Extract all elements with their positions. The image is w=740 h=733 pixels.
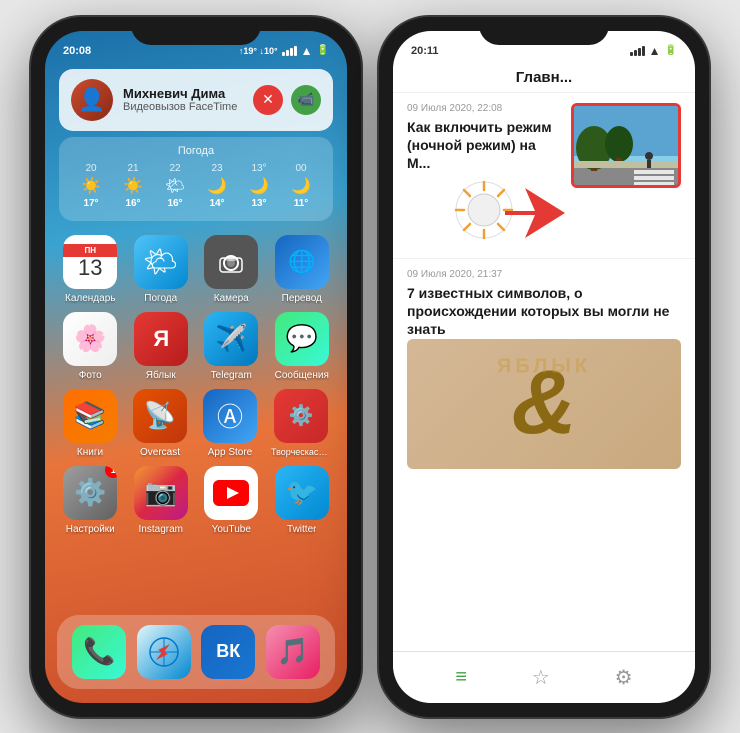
signal-icon-2	[630, 46, 645, 56]
app-messages[interactable]: 💬 Сообщения	[273, 312, 332, 381]
tab-settings[interactable]: ⚙	[615, 665, 633, 690]
call-actions: ✕ 📹	[253, 85, 321, 115]
app-overcast[interactable]: 📡 Overcast	[131, 389, 189, 458]
weather-day-1: 21 ☀️ 16°	[113, 163, 153, 209]
tabbar: ≡ ☆ ⚙	[393, 651, 695, 703]
app-translate[interactable]: 🌐 Перевод	[273, 235, 332, 304]
dock-phone[interactable]: 📞	[72, 625, 126, 679]
home-screen: 20:08 ↑19° ↓10° ▲ 🔋	[45, 31, 347, 703]
app-yablyk[interactable]: Я Яблык	[132, 312, 191, 381]
weather-widget[interactable]: Погода 20 ☀️ 17° 21 ☀️ 16° 22 🌤	[59, 137, 333, 221]
app-creative[interactable]: ⚙️ Творческасту...	[271, 389, 331, 458]
weather-day-4: 13° 🌙 13°	[239, 163, 279, 209]
phone1-screen: 20:08 ↑19° ↓10° ▲ 🔋	[45, 31, 347, 703]
facetime-notification[interactable]: 👤 Михневич Дима Видеовызов FaceTime ✕ 📹	[59, 69, 333, 131]
nav-title: Главн...	[516, 69, 572, 86]
article-1[interactable]: 09 Июля 2020, 22:08 Как включить режим (…	[393, 93, 695, 260]
app-appstore[interactable]: Ⓐ App Store	[201, 389, 259, 458]
status-icons-2: ▲ 🔋	[630, 44, 677, 58]
accept-button[interactable]: 📹	[291, 85, 321, 115]
signal-icon	[282, 46, 297, 56]
battery-icon: 🔋	[317, 45, 329, 56]
app-instagram[interactable]: 📷 Instagram	[132, 466, 191, 535]
weather-day-0: 20 ☀️ 17°	[71, 163, 111, 209]
phone-2: 20:11 ▲ 🔋 Главн...	[379, 17, 709, 717]
dock-safari[interactable]	[137, 625, 191, 679]
app-calendar[interactable]: ПН 13 Календарь	[61, 235, 120, 304]
tab-favorites[interactable]: ☆	[532, 665, 550, 690]
dock-music[interactable]: 🎵	[266, 625, 320, 679]
article-1-title: Как включить режим (ночной режим) на М..…	[407, 118, 561, 173]
wifi-icon-2: ▲	[649, 44, 661, 58]
article-nav: Главн...	[393, 63, 695, 93]
article-screen: 20:11 ▲ 🔋 Главн...	[393, 31, 695, 703]
weather-day-3: 23 🌙 14°	[197, 163, 237, 209]
status-icons-1: ↑19° ↓10° ▲ 🔋	[239, 44, 329, 58]
app-telegram[interactable]: ✈️ Telegram	[202, 312, 261, 381]
weather-days-row: 20 ☀️ 17° 21 ☀️ 16° 22 🌤 16°	[71, 163, 321, 209]
dock-vk[interactable]: ВК	[201, 625, 255, 679]
app-twitter[interactable]: 🐦 Twitter	[273, 466, 332, 535]
caller-name: Михневич Дима	[123, 86, 243, 101]
article-1-date: 09 Июля 2020, 22:08	[407, 103, 561, 114]
time-2: 20:11	[411, 45, 439, 57]
notch-1	[131, 17, 261, 45]
watermark: ЯБЛЫК	[497, 355, 591, 378]
call-type: Видеовызов FaceTime	[123, 101, 243, 113]
app-youtube[interactable]: YouTube	[202, 466, 261, 535]
temp-range: ↑19° ↓10°	[239, 46, 278, 56]
caller-avatar: 👤	[71, 79, 113, 121]
wifi-icon: ▲	[301, 44, 313, 58]
phone-1: 20:08 ↑19° ↓10° ▲ 🔋	[31, 17, 361, 717]
article-2-date: 09 Июля 2020, 21:37	[407, 269, 681, 280]
decline-button[interactable]: ✕	[253, 85, 283, 115]
tab-articles[interactable]: ≡	[455, 666, 467, 689]
weather-day-2: 22 🌤 16°	[155, 163, 195, 209]
notification-text: Михневич Дима Видеовызов FaceTime	[123, 86, 243, 113]
time-1: 20:08	[63, 45, 91, 57]
dock: 📞 ВК 🎵	[57, 615, 335, 689]
weather-day-5: 00 🌙 11°	[281, 163, 321, 209]
app-grid-row1: ПН 13 Календарь 🌤 Погода Камера	[45, 227, 347, 312]
app-grid-row3: 📚 Книги 📡 Overcast Ⓐ App Store ⚙️ Творче…	[45, 389, 347, 466]
article-1-thumbnail	[571, 103, 681, 188]
weather-title: Погода	[71, 145, 321, 157]
app-photos[interactable]: 🌸 Фото	[61, 312, 120, 381]
app-weather[interactable]: 🌤 Погода	[132, 235, 191, 304]
phone2-screen: 20:11 ▲ 🔋 Главн...	[393, 31, 695, 703]
app-settings[interactable]: ⚙️ 1 Настройки	[61, 466, 120, 535]
notch-2	[479, 17, 609, 45]
app-grid-row4: ⚙️ 1 Настройки 📷 Instagram	[45, 466, 347, 543]
app-grid-row2: 🌸 Фото Я Яблык ✈️ Telegram 💬 Сообщения	[45, 312, 347, 389]
app-camera[interactable]: Камера	[202, 235, 261, 304]
red-arrow	[505, 183, 575, 248]
battery-icon-2: 🔋	[665, 45, 677, 56]
article-2-title: 7 известных символов, о происхождении ко…	[407, 284, 681, 339]
app-books[interactable]: 📚 Книги	[61, 389, 119, 458]
